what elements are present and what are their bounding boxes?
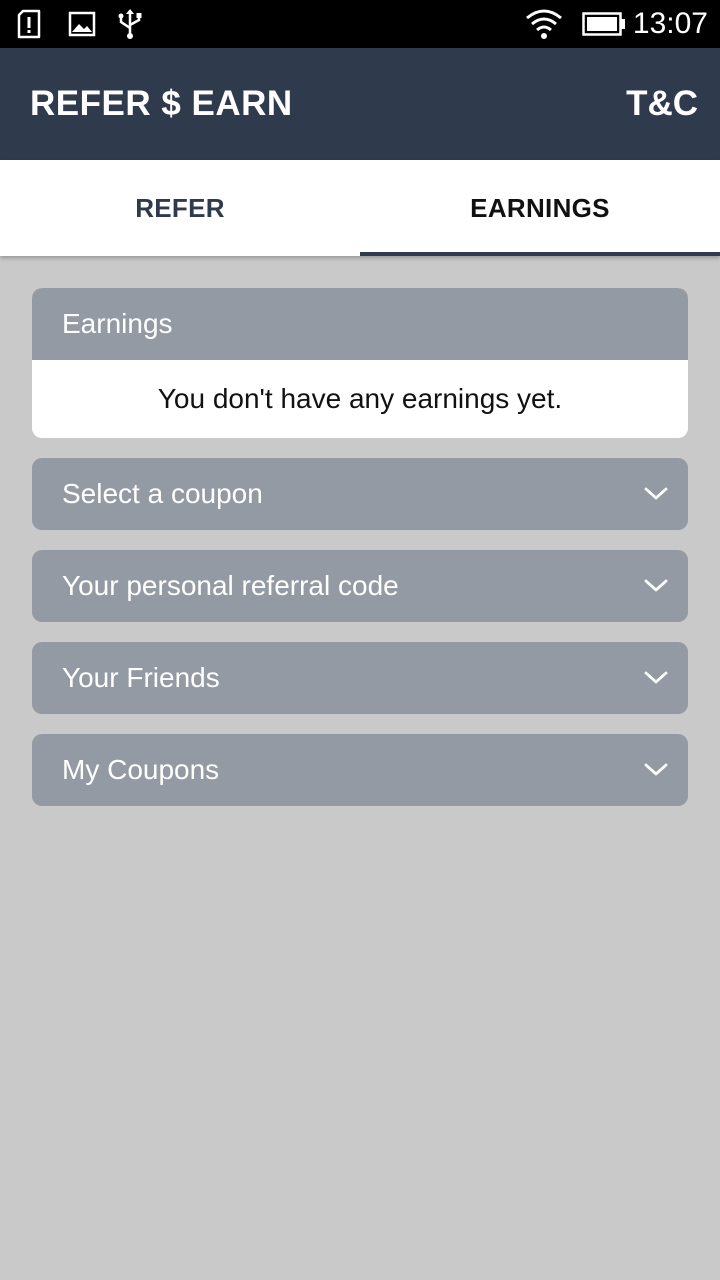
earnings-card: Earnings You don't have any earnings yet… xyxy=(32,288,688,438)
earnings-header: Earnings xyxy=(32,288,688,360)
select-coupon-section[interactable]: Select a coupon xyxy=(32,458,688,530)
usb-icon xyxy=(116,0,144,48)
section-label: Select a coupon xyxy=(62,478,263,509)
your-friends-section[interactable]: Your Friends xyxy=(32,642,688,714)
image-icon xyxy=(68,0,96,48)
chevron-down-icon xyxy=(644,579,668,592)
referral-code-section[interactable]: Your personal referral code xyxy=(32,550,688,622)
chevron-down-icon xyxy=(644,763,668,776)
section-label: Your personal referral code xyxy=(62,570,399,601)
section-label: Your Friends xyxy=(62,662,220,693)
status-bar: 13:07 xyxy=(0,0,720,48)
tab-earnings[interactable]: EARNINGS xyxy=(360,160,720,256)
chevron-down-icon xyxy=(644,671,668,684)
chevron-down-icon xyxy=(644,487,668,500)
sim-alert-icon xyxy=(16,0,42,48)
tab-selected-indicator xyxy=(360,252,720,256)
battery-icon xyxy=(582,0,626,48)
clock: 13:07 xyxy=(632,7,708,40)
tab-earnings-label: EARNINGS xyxy=(470,192,610,223)
page-title: REFER $ EARN xyxy=(30,84,293,123)
tab-bar: REFER EARNINGS xyxy=(0,160,720,256)
app-bar: REFER $ EARN T&C xyxy=(0,48,720,160)
earnings-empty-message: You don't have any earnings yet. xyxy=(157,383,563,414)
my-coupons-section[interactable]: My Coupons xyxy=(32,734,688,806)
tab-refer[interactable]: REFER xyxy=(0,160,360,256)
section-label: My Coupons xyxy=(62,754,220,785)
terms-and-conditions-button[interactable]: T&C xyxy=(626,48,698,160)
wifi-icon xyxy=(524,0,564,48)
